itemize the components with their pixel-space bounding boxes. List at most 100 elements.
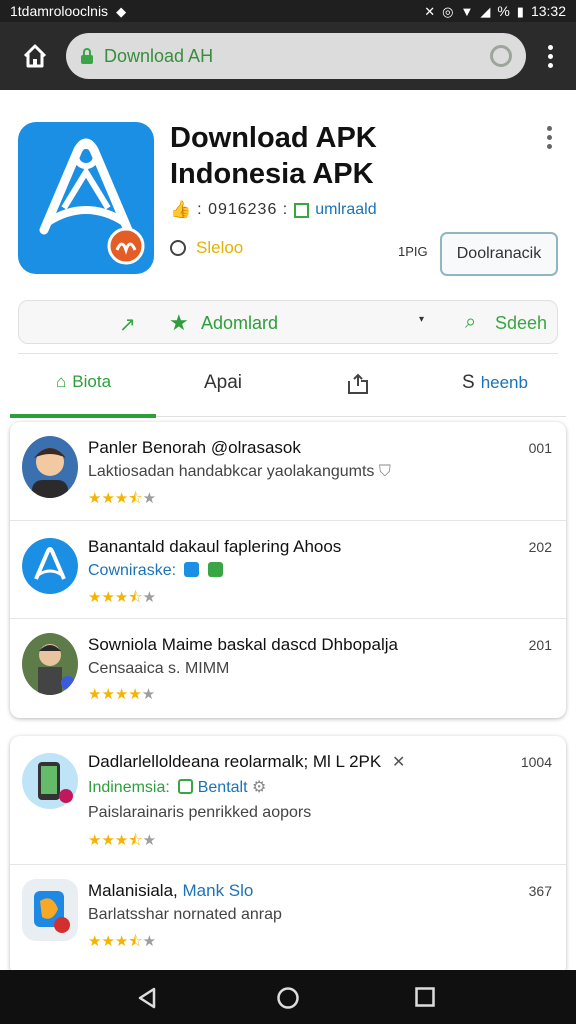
avatar: [22, 633, 78, 695]
list-item-subtitle-blue: Bentalt: [197, 779, 248, 796]
battery-percent: %: [497, 3, 510, 19]
download-button[interactable]: Doolranacik: [440, 232, 558, 276]
menu-dot: [547, 144, 552, 149]
menu-dot: [547, 44, 553, 50]
list-item-title: Banantald dakaul faplering Ahoos: [88, 537, 342, 556]
download-badge-icon: [207, 562, 223, 577]
avatar: [22, 436, 78, 498]
app-meta-code: : 0916236 :: [197, 201, 289, 218]
tab-biota[interactable]: ⌂ Biota: [56, 372, 111, 392]
battery-icon: ▮: [516, 3, 524, 19]
list-item-subtitle: Laktiosadan handabkcar yaolakangumts ⛉: [88, 463, 391, 481]
list-item-description: Paislarainaris penrikked aopors: [88, 804, 312, 821]
checkbox-icon: [294, 202, 310, 218]
tab-search[interactable]: S heenb: [462, 372, 528, 394]
avatar: [22, 535, 78, 597]
menu-dot: [547, 62, 553, 68]
list-item-title: Malanisiala, Mank Slo: [88, 881, 253, 901]
tab-label-prefix: S: [462, 372, 475, 393]
list-item-title: Sowniola Maime baskal dascd Dhbopalja: [88, 635, 398, 654]
list-item-subtitle-green: Indinemsia:: [88, 779, 170, 796]
signal-icon: ◢: [480, 3, 491, 19]
tab-bar: ⌂ Biota Apai S heenb: [10, 354, 566, 420]
system-nav-bar: [0, 970, 576, 1024]
list-item-title: Dadlarlelloldeana reolarmalk; Ml L 2PK ✕: [88, 752, 405, 772]
address-bar[interactable]: Download AH: [66, 33, 526, 79]
tab-active-indicator: [10, 414, 156, 418]
rating-stars: ★★★⯪★: [88, 832, 157, 849]
list-card: Panler Benorah @olrasasok Laktiosadan ha…: [10, 422, 566, 718]
action-search-label[interactable]: Sdeeh: [495, 313, 547, 334]
close-icon[interactable]: ✕: [392, 754, 405, 771]
home-icon: ⌂: [56, 372, 67, 391]
app-title: Download APK Indonesia APK: [170, 122, 377, 190]
nfc-icon: ✕: [424, 3, 436, 19]
recents-button[interactable]: [414, 986, 436, 1013]
list-item-count: 001: [528, 440, 552, 456]
star-icon[interactable]: ★: [169, 310, 189, 336]
clock: 13:32: [530, 3, 566, 19]
list-item-title: Panler Benorah @olrasasok: [88, 438, 301, 457]
rating-stars: ★★★★★: [88, 686, 156, 703]
home-circle-icon: [277, 987, 299, 1009]
checkbox-icon: [178, 779, 194, 794]
share-icon[interactable]: ↗: [119, 312, 136, 337]
app-overflow-menu[interactable]: [547, 126, 552, 149]
list-item-title-text: Dadlarlelloldeana reolarmalk; Ml L 2PK: [88, 752, 382, 771]
list-item[interactable]: Panler Benorah @olrasasok Laktiosadan ha…: [10, 422, 566, 520]
app-logo-icon: [39, 138, 145, 265]
list-item-subtitle: Cowniraske:: [88, 562, 223, 580]
app-meta-row: 👍 : 0916236 : umlraald: [170, 200, 377, 220]
status-left-text: 1tdamrolooclnis: [10, 3, 109, 19]
upload-icon: [348, 373, 368, 394]
home-button[interactable]: [14, 35, 56, 77]
tab-apai[interactable]: Apai: [204, 372, 242, 394]
settings-icon: ⚙: [252, 779, 267, 796]
search-icon[interactable]: ⌕: [465, 311, 476, 334]
list-item-count: 201: [528, 637, 552, 653]
shield-icon: ⛉: [378, 463, 391, 480]
list-item[interactable]: Banantald dakaul faplering Ahoos Cownira…: [10, 520, 566, 618]
back-button[interactable]: [136, 986, 158, 1015]
avatar: [22, 750, 78, 812]
url-text: Download AH: [104, 45, 214, 66]
lock-icon: [81, 48, 93, 64]
list-item[interactable]: Malanisiala, Mank Slo Barlatsshar nornat…: [10, 864, 566, 976]
app-icon: [18, 122, 154, 274]
list-item-count: 1004: [520, 754, 552, 770]
app-badge-icon: [184, 562, 200, 577]
reload-icon[interactable]: [490, 45, 512, 67]
rating-stars: ★★★⯪★: [88, 490, 157, 507]
list-item[interactable]: Sowniola Maime baskal dascd Dhbopalja Ce…: [10, 618, 566, 716]
list-item[interactable]: Dadlarlelloldeana reolarmalk; Ml L 2PK ✕…: [10, 736, 566, 864]
list-item-subtitle: Barlatsshar nornated anrap: [88, 906, 282, 923]
list-item-subtitle: Indinemsia: Bentalt ⚙: [88, 777, 266, 797]
tab-upload[interactable]: [346, 372, 370, 396]
caret-down-icon[interactable]: ▾: [419, 314, 424, 325]
app-header: Download APK Indonesia APK 👍 : 0916236 :…: [18, 120, 558, 280]
location-icon: ◆: [116, 3, 127, 19]
thumbs-up-icon: 👍: [170, 200, 192, 219]
app-meta-link[interactable]: umlraald: [315, 201, 376, 219]
list-item-subtitle: Censaaica s. MIMM: [88, 660, 230, 677]
app-version: 1PIG: [398, 244, 428, 259]
list-item-title-link[interactable]: Mank Slo: [183, 881, 254, 900]
tab-label: heenb: [480, 373, 528, 392]
action-primary-label[interactable]: Adomlard: [201, 313, 278, 334]
home-icon: [23, 44, 47, 68]
rating-stars: ★★★⯪★: [88, 933, 157, 950]
page-content: Download APK Indonesia APK 👍 : 0916236 :…: [0, 90, 576, 976]
list-item-count: 202: [528, 539, 552, 555]
status-bar: 1tdamrolooclnis ◆ ✕ ◎ ▼ ◢ % ▮ 13:32: [0, 0, 576, 22]
home-nav-button[interactable]: [276, 986, 300, 1015]
alarm-icon: ◎: [442, 3, 454, 19]
list-item-title-text: Malanisiala,: [88, 881, 178, 900]
rating-stars: ★★★⯪★: [88, 589, 157, 606]
list-item-subtitle-text: Laktiosadan handabkcar yaolakangumts: [88, 463, 375, 480]
menu-dot: [547, 135, 552, 140]
back-icon: [138, 987, 156, 1009]
list-card: Dadlarlelloldeana reolarmalk; Ml L 2PK ✕…: [10, 736, 566, 976]
browser-menu-button[interactable]: [538, 44, 562, 68]
menu-dot: [547, 126, 552, 131]
list-item-subtitle-text: Cowniraske:: [88, 562, 177, 579]
